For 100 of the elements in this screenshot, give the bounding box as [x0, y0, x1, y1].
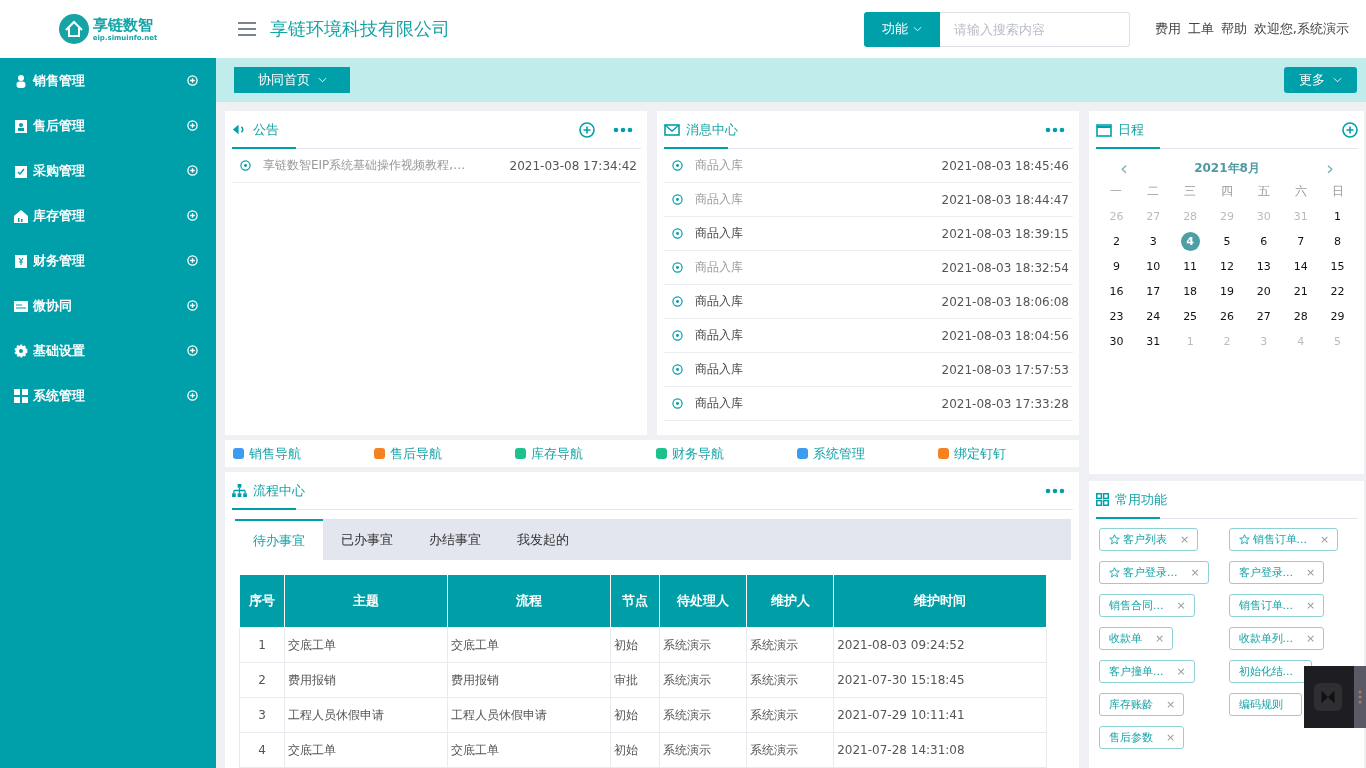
calendar-day[interactable]: 30 [1106, 332, 1126, 351]
sidebar-item[interactable]: 微协同 [33, 296, 182, 315]
workflow-tab[interactable]: 我发起的 [499, 519, 587, 560]
calendar-day[interactable]: 5 [1328, 332, 1348, 351]
calendar-day[interactable]: 10 [1143, 257, 1163, 276]
close-icon[interactable]: × [1155, 632, 1165, 645]
calendar-day[interactable]: 7 [1291, 232, 1311, 251]
calendar-day[interactable]: 9 [1106, 257, 1126, 276]
next-month-button[interactable]: › [1326, 157, 1334, 179]
close-icon[interactable]: × [1320, 533, 1330, 546]
calendar-day[interactable]: 28 [1291, 307, 1311, 326]
calendar-day[interactable]: 22 [1328, 282, 1348, 301]
shortcut-tag[interactable]: 客户列表 × [1099, 528, 1199, 551]
shortcut-tag[interactable]: 编码规则 [1228, 693, 1302, 716]
calendar-day[interactable]: 24 [1143, 307, 1163, 326]
calendar-day[interactable]: 23 [1106, 307, 1126, 326]
calendar-day[interactable]: 16 [1106, 282, 1126, 301]
shortcut-tag[interactable]: 收款单 × [1099, 627, 1174, 650]
calendar-day[interactable]: 3 [1143, 232, 1163, 251]
close-icon[interactable]: × [1176, 665, 1186, 678]
workflow-tab[interactable]: 已办事宜 [323, 519, 411, 560]
calendar-day[interactable]: 1 [1328, 207, 1348, 226]
header-link[interactable]: 工单 [1187, 20, 1214, 38]
header-link[interactable]: 帮助 [1220, 20, 1247, 38]
calendar-day[interactable]: 2 [1217, 332, 1237, 351]
calendar-day[interactable]: 14 [1291, 257, 1311, 276]
close-icon[interactable]: × [1306, 599, 1316, 612]
message-link[interactable]: 商品入库 [695, 395, 743, 412]
message-link[interactable]: 商品入库 [695, 259, 743, 276]
calendar-day[interactable]: 26 [1217, 307, 1237, 326]
calendar-day[interactable]: 29 [1328, 307, 1348, 326]
calendar-day[interactable]: 1 [1180, 332, 1200, 351]
close-icon[interactable]: × [1166, 698, 1176, 711]
shortcut-tag[interactable]: 销售订单... × [1228, 528, 1339, 551]
calendar-day[interactable]: 31 [1291, 207, 1311, 226]
sidebar-item[interactable]: 基础设置 [33, 341, 182, 360]
nav-link[interactable]: 系统管理 [813, 444, 865, 463]
shortcut-tag[interactable]: 销售合同... × [1099, 594, 1195, 617]
nav-link[interactable]: 库存导航 [531, 444, 583, 463]
shortcut-tag[interactable]: 客户撞单... × [1099, 660, 1195, 683]
close-icon[interactable]: × [1306, 632, 1316, 645]
calendar-day[interactable]: 27 [1254, 307, 1274, 326]
sidebar-item[interactable]: 销售管理 [33, 71, 182, 90]
nav-link[interactable]: 绑定钉钉 [954, 444, 1006, 463]
calendar-day[interactable]: 29 [1217, 207, 1237, 226]
close-icon[interactable]: × [1190, 566, 1200, 579]
calendar-day[interactable]: 6 [1254, 232, 1274, 251]
calendar-day[interactable]: 19 [1217, 282, 1237, 301]
calendar-day[interactable]: 30 [1254, 207, 1274, 226]
workflow-tab[interactable]: 办结事宜 [411, 519, 499, 560]
home-tab-dropdown[interactable]: 协同首页 [234, 67, 350, 93]
shortcut-tag[interactable]: 客户登录... × [1099, 561, 1209, 584]
calendar-day[interactable]: 2 [1106, 232, 1126, 251]
message-link[interactable]: 商品入库 [695, 225, 743, 242]
calendar-day[interactable]: 21 [1291, 282, 1311, 301]
shortcut-tag[interactable]: 库存账龄 × [1099, 693, 1185, 716]
message-link[interactable]: 商品入库 [695, 293, 743, 310]
calendar-day[interactable]: 3 [1254, 332, 1274, 351]
nav-link[interactable]: 售后导航 [390, 444, 442, 463]
calendar-day[interactable]: 20 [1254, 282, 1274, 301]
sidebar-item[interactable]: 系统管理 [33, 386, 182, 405]
nav-link[interactable]: 财务导航 [672, 444, 724, 463]
message-link[interactable]: 商品入库 [695, 327, 743, 344]
calendar-day[interactable]: 25 [1180, 307, 1200, 326]
calendar-day[interactable]: 8 [1328, 232, 1348, 251]
message-link[interactable]: 商品入库 [695, 191, 743, 208]
sidebar-item[interactable]: 采购管理 [33, 161, 182, 180]
search-field[interactable]: 请输入搜索内容 [939, 11, 1130, 47]
message-link[interactable]: 商品入库 [695, 361, 743, 378]
calendar-day[interactable]: 13 [1254, 257, 1274, 276]
notice-link[interactable]: 享链数智EIP系统基础操作视频教程,… [263, 157, 466, 174]
calendar-day[interactable]: 15 [1328, 257, 1348, 276]
sidebar-item[interactable]: 售后管理 [33, 116, 182, 135]
calendar-day[interactable]: 11 [1180, 257, 1200, 276]
close-icon[interactable]: × [1306, 566, 1316, 579]
sidebar-item[interactable]: 财务管理 [33, 251, 182, 270]
nav-link[interactable]: 销售导航 [249, 444, 301, 463]
shortcut-tag[interactable]: 售后参数 × [1099, 726, 1185, 749]
shortcut-tag[interactable]: 收款单列... × [1228, 627, 1325, 650]
calendar-day[interactable]: 28 [1180, 207, 1200, 226]
header-link[interactable]: 费用 [1154, 20, 1181, 38]
close-icon[interactable]: × [1180, 533, 1190, 546]
function-dropdown-button[interactable]: 功能 [863, 11, 940, 47]
calendar-day[interactable]: 17 [1143, 282, 1163, 301]
calendar-day[interactable]: 26 [1106, 207, 1126, 226]
close-icon[interactable]: × [1166, 731, 1176, 744]
close-icon[interactable]: × [1176, 599, 1186, 612]
calendar-day[interactable]: 27 [1143, 207, 1163, 226]
calendar-day[interactable]: 4 [1291, 332, 1311, 351]
calendar-day[interactable]: 31 [1143, 332, 1163, 351]
shortcut-tag[interactable]: 销售订单... × [1228, 594, 1325, 617]
shortcut-tag[interactable]: 客户登录... × [1228, 561, 1325, 584]
previous-month-button[interactable]: ‹ [1120, 157, 1128, 179]
more-button[interactable]: 更多 [1284, 67, 1357, 93]
message-link[interactable]: 商品入库 [695, 157, 743, 174]
calendar-day[interactable]: 18 [1180, 282, 1200, 301]
calendar-day[interactable]: 12 [1217, 257, 1237, 276]
workflow-tab[interactable]: 待办事宜 [235, 519, 323, 560]
calendar-day[interactable]: 5 [1217, 232, 1237, 251]
calendar-day[interactable]: 4 [1180, 232, 1200, 251]
